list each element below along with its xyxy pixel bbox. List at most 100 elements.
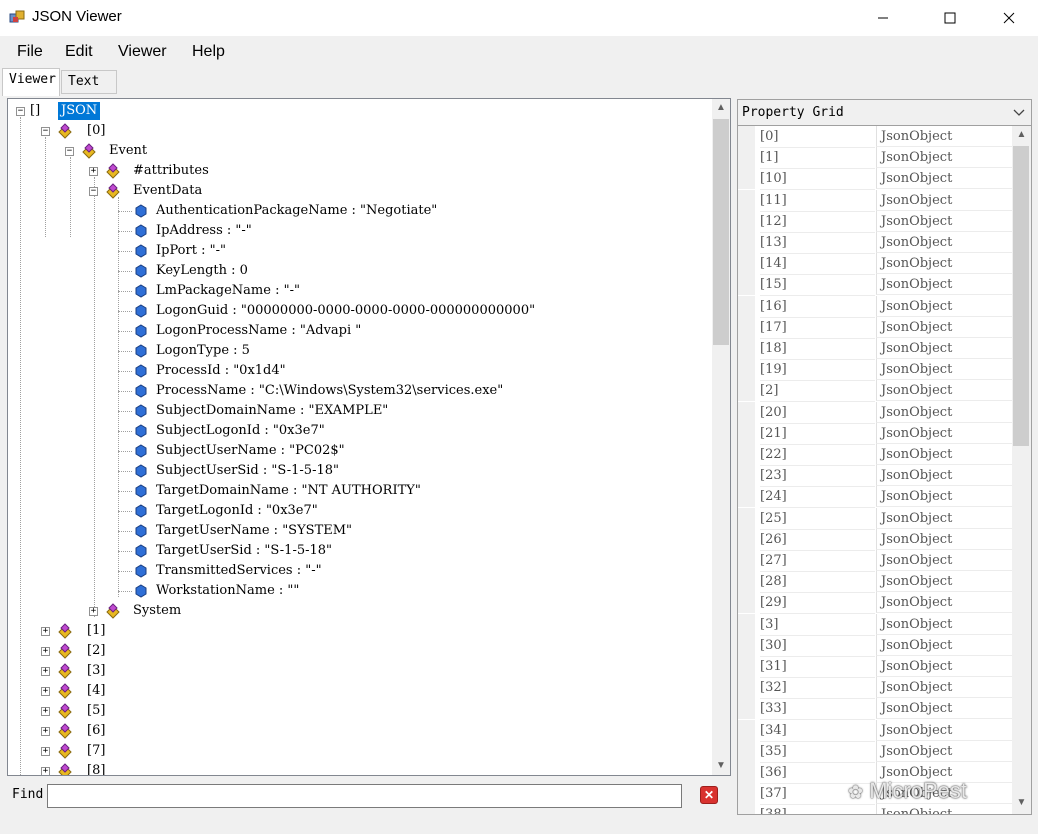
property-row[interactable]: [35] JsonObject: [738, 740, 1012, 763]
property-row[interactable]: [10] JsonObject: [738, 168, 1012, 191]
property-value[interactable]: JsonObject: [876, 253, 1012, 275]
menu-edit[interactable]: Edit: [65, 43, 93, 61]
property-value[interactable]: JsonObject: [876, 168, 1012, 190]
property-row[interactable]: [25] JsonObject: [738, 507, 1012, 530]
property-row[interactable]: [19] JsonObject: [738, 359, 1012, 382]
property-row[interactable]: [20] JsonObject: [738, 401, 1012, 424]
expand-icon[interactable]: +: [41, 747, 50, 756]
property-value[interactable]: JsonObject: [876, 189, 1012, 211]
expand-icon[interactable]: +: [41, 767, 50, 775]
property-row[interactable]: [30] JsonObject: [738, 634, 1012, 657]
property-value[interactable]: JsonObject: [876, 486, 1012, 508]
collapse-icon[interactable]: −: [65, 147, 74, 156]
property-row[interactable]: [12] JsonObject: [738, 210, 1012, 233]
property-row[interactable]: [1] JsonObject: [738, 147, 1012, 170]
expand-icon[interactable]: +: [41, 687, 50, 696]
property-value[interactable]: JsonObject: [876, 401, 1012, 423]
tree-view[interactable]: − [] JSON − [0] − Event + #attributes − …: [7, 98, 731, 776]
scrollbar-thumb[interactable]: [1013, 146, 1029, 446]
scroll-up-icon[interactable]: ▲: [1012, 126, 1031, 144]
property-row[interactable]: [18] JsonObject: [738, 338, 1012, 360]
property-row[interactable]: [23] JsonObject: [738, 465, 1012, 488]
expand-icon[interactable]: +: [41, 727, 50, 736]
property-value[interactable]: JsonObject: [876, 316, 1012, 338]
property-row[interactable]: [16] JsonObject: [738, 295, 1012, 318]
tab-text[interactable]: Text: [61, 70, 117, 94]
menu-file[interactable]: File: [17, 43, 43, 61]
property-value[interactable]: JsonObject: [876, 465, 1012, 487]
property-row[interactable]: [2] JsonObject: [738, 380, 1012, 403]
property-row[interactable]: [24] JsonObject: [738, 486, 1012, 509]
menu-viewer[interactable]: Viewer: [118, 43, 167, 61]
property-row[interactable]: [3] JsonObject: [738, 613, 1012, 636]
property-row[interactable]: [13] JsonObject: [738, 232, 1012, 254]
property-value[interactable]: JsonObject: [876, 550, 1012, 571]
property-row[interactable]: [0] JsonObject: [738, 126, 1012, 148]
tab-viewer[interactable]: Viewer: [2, 68, 60, 96]
clear-find-button[interactable]: ✕: [700, 786, 718, 804]
property-row[interactable]: [38] JsonObject: [738, 804, 1012, 814]
property-value[interactable]: JsonObject: [876, 656, 1012, 677]
property-value[interactable]: JsonObject: [876, 126, 1012, 147]
expand-icon[interactable]: +: [89, 167, 98, 176]
expand-icon[interactable]: +: [41, 627, 50, 636]
expand-icon[interactable]: +: [89, 607, 98, 616]
property-value[interactable]: JsonObject: [876, 338, 1012, 359]
property-grid-header[interactable]: Property Grid: [738, 100, 1031, 126]
property-value[interactable]: JsonObject: [876, 571, 1012, 593]
property-row[interactable]: [29] JsonObject: [738, 592, 1012, 615]
property-row[interactable]: [14] JsonObject: [738, 253, 1012, 276]
property-row[interactable]: [28] JsonObject: [738, 571, 1012, 594]
property-value[interactable]: JsonObject: [876, 210, 1012, 232]
property-value[interactable]: JsonObject: [876, 147, 1012, 169]
property-row[interactable]: [21] JsonObject: [738, 422, 1012, 445]
property-value[interactable]: JsonObject: [876, 507, 1012, 529]
property-row[interactable]: [31] JsonObject: [738, 656, 1012, 678]
close-button[interactable]: [986, 0, 1032, 36]
property-value[interactable]: JsonObject: [876, 613, 1012, 635]
tree-scrollbar[interactable]: ▲ ▼: [712, 99, 730, 775]
property-row[interactable]: [27] JsonObject: [738, 550, 1012, 572]
property-value[interactable]: JsonObject: [876, 444, 1012, 465]
collapse-icon[interactable]: −: [89, 187, 98, 196]
root-label[interactable]: JSON: [58, 102, 101, 120]
property-row[interactable]: [32] JsonObject: [738, 677, 1012, 700]
maximize-button[interactable]: [927, 0, 973, 36]
property-row[interactable]: [11] JsonObject: [738, 189, 1012, 212]
property-row[interactable]: [15] JsonObject: [738, 274, 1012, 297]
property-value[interactable]: JsonObject: [876, 677, 1012, 699]
property-row[interactable]: [22] JsonObject: [738, 444, 1012, 466]
property-value[interactable]: JsonObject: [876, 804, 1012, 814]
property-value[interactable]: JsonObject: [876, 719, 1012, 741]
minimize-button[interactable]: [860, 0, 906, 36]
property-value[interactable]: JsonObject: [876, 634, 1012, 656]
expand-icon[interactable]: +: [41, 667, 50, 676]
property-value[interactable]: JsonObject: [876, 232, 1012, 253]
scroll-down-icon[interactable]: ▼: [712, 757, 730, 775]
property-row[interactable]: [17] JsonObject: [738, 316, 1012, 339]
chevron-down-icon[interactable]: [1013, 108, 1025, 118]
property-row[interactable]: [34] JsonObject: [738, 719, 1012, 742]
property-value[interactable]: JsonObject: [876, 274, 1012, 296]
property-value[interactable]: JsonObject: [876, 380, 1012, 402]
expand-icon[interactable]: +: [41, 707, 50, 716]
property-row[interactable]: [26] JsonObject: [738, 528, 1012, 551]
property-value[interactable]: JsonObject: [876, 740, 1012, 762]
property-grid[interactable]: Property Grid [0] JsonObject [1] JsonObject…: [737, 99, 1032, 815]
scroll-down-icon[interactable]: ▼: [1012, 794, 1031, 812]
menu-help[interactable]: Help: [192, 43, 225, 61]
expand-icon[interactable]: +: [41, 647, 50, 656]
find-input[interactable]: [47, 784, 682, 808]
property-value[interactable]: JsonObject: [876, 528, 1012, 550]
property-value[interactable]: JsonObject: [876, 422, 1012, 444]
property-value[interactable]: JsonObject: [876, 359, 1012, 381]
property-grid-scrollbar[interactable]: ▲ ▼: [1012, 126, 1031, 814]
scroll-up-icon[interactable]: ▲: [712, 99, 730, 117]
collapse-icon[interactable]: −: [16, 107, 25, 116]
scrollbar-thumb[interactable]: [713, 119, 729, 345]
property-value[interactable]: JsonObject: [876, 698, 1012, 720]
property-value[interactable]: JsonObject: [876, 295, 1012, 317]
collapse-icon[interactable]: −: [41, 127, 50, 136]
property-row[interactable]: [33] JsonObject: [738, 698, 1012, 721]
property-value[interactable]: JsonObject: [876, 592, 1012, 614]
